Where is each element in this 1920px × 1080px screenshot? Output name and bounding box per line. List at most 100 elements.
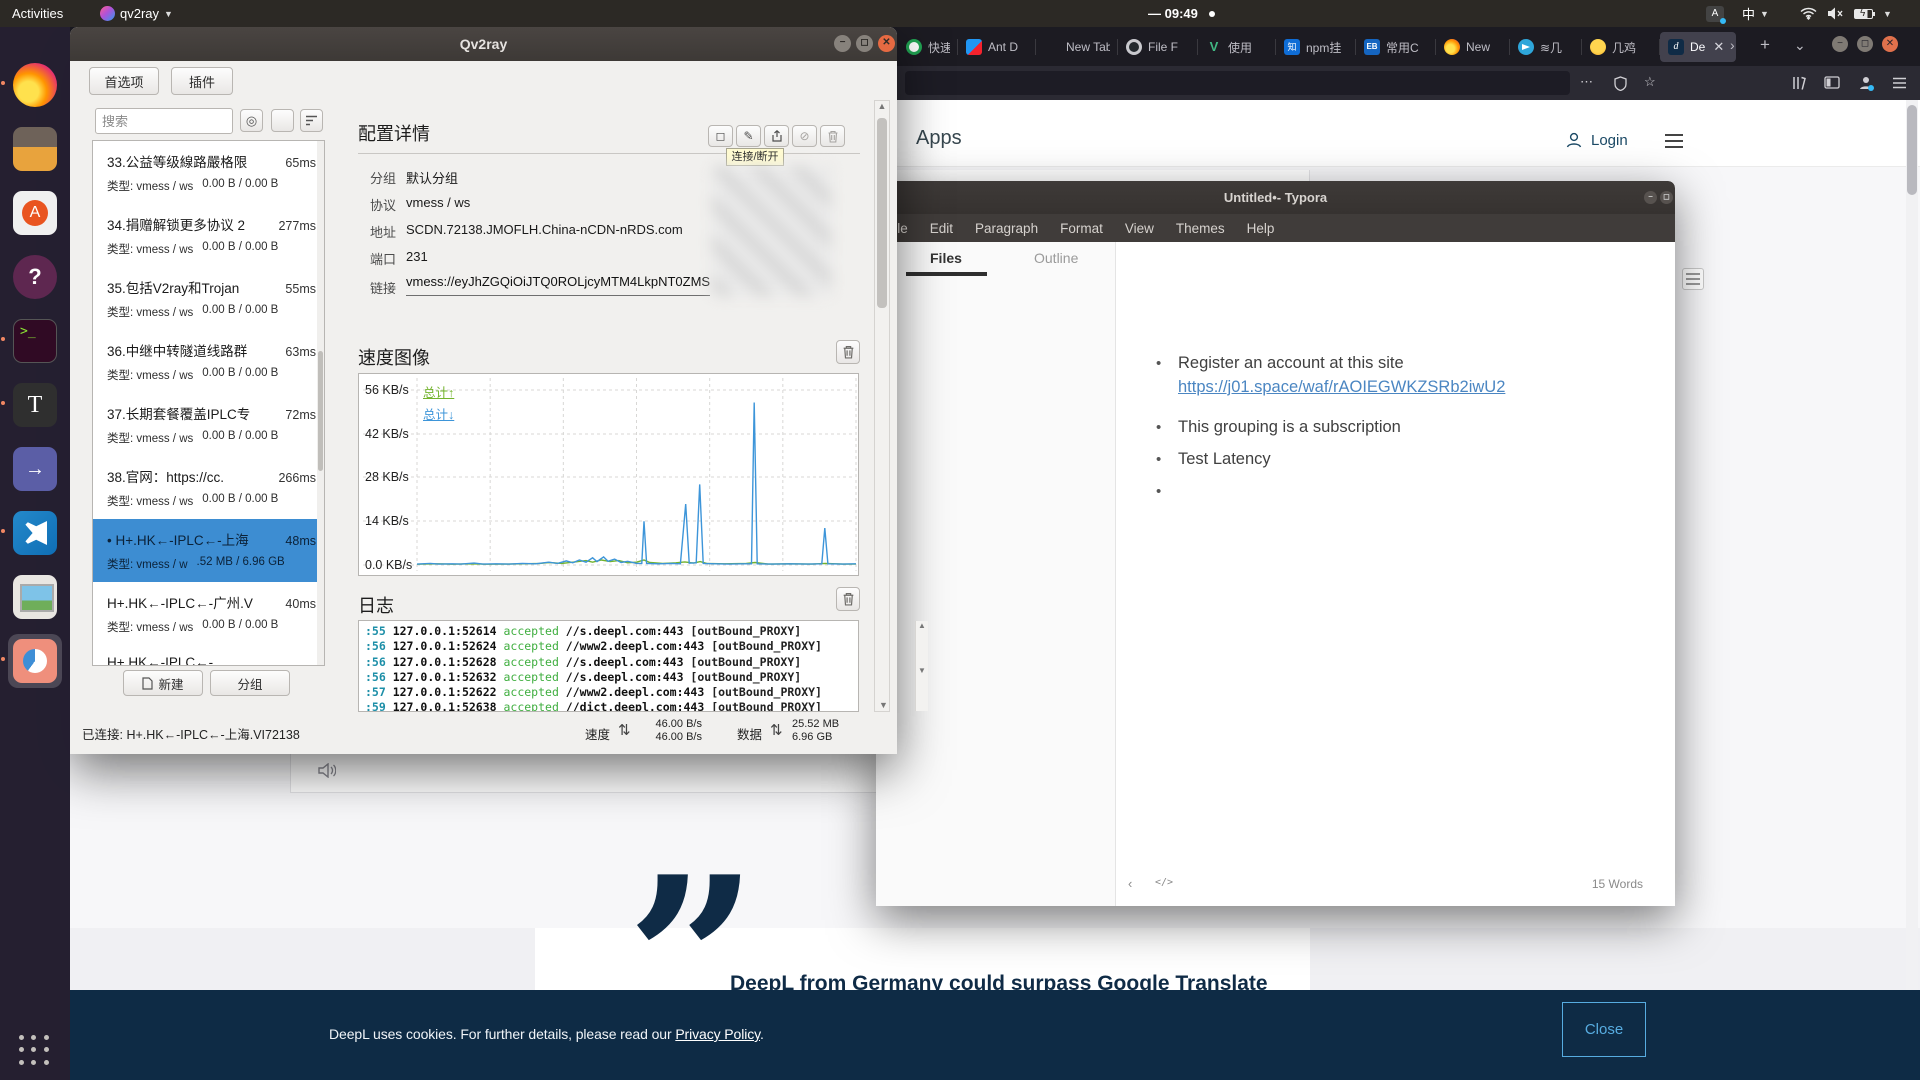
typora-maximize-button[interactable]: ◻: [1660, 191, 1673, 204]
app-menu[interactable]: qv2ray ▼: [100, 0, 173, 27]
plugins-button[interactable]: 插件: [171, 67, 233, 95]
qv2ray-minimize-button[interactable]: −: [834, 35, 851, 52]
menu-themes[interactable]: Themes: [1176, 221, 1225, 236]
delete-config-button[interactable]: [820, 125, 845, 147]
browser-tab-使用[interactable]: V使用: [1198, 32, 1276, 62]
tab-scroll-right-icon[interactable]: ›: [1730, 37, 1735, 53]
bookmark-star-icon[interactable]: ☆: [1644, 74, 1656, 90]
browser-tab-≋几[interactable]: ≋几: [1510, 32, 1582, 62]
clock[interactable]: — 09:49: [1148, 0, 1215, 27]
browser-tab-New Tab[interactable]: New Tab: [1036, 32, 1118, 62]
server-list-item[interactable]: • H+.HK←-IPLC←-上海48ms类型: vmess / w.52 MB…: [93, 519, 324, 582]
menu-help[interactable]: Help: [1247, 221, 1275, 236]
clear-graph-button[interactable]: [836, 340, 860, 364]
scrollbar-thumb[interactable]: [877, 118, 887, 308]
panel-scrollbar[interactable]: ▲▼: [874, 100, 890, 712]
bullet-item[interactable]: •Register an account at this sitehttps:/…: [1178, 354, 1505, 397]
legend-total-up[interactable]: 总计↑: [423, 382, 454, 401]
browser-tab-快速[interactable]: 快速: [898, 32, 958, 62]
activities-button[interactable]: Activities: [12, 0, 63, 27]
system-status-area[interactable]: ϟ ▼: [1800, 0, 1892, 27]
menu-hamburger-icon[interactable]: [1892, 77, 1907, 89]
server-list-item[interactable]: 34.捐赠解锁更多协议 2277ms类型: vmess / ws0.00 B /…: [93, 204, 324, 267]
firefox-close-button[interactable]: ✕: [1882, 36, 1898, 52]
firefox-maximize-button[interactable]: ◻: [1857, 36, 1873, 52]
page-actions-icon[interactable]: ⋯: [1580, 74, 1593, 90]
typora-minimize-button[interactable]: −: [1644, 191, 1657, 204]
search-input[interactable]: [95, 108, 233, 134]
server-list-item[interactable]: H+.HK←-IPLC←-广州.V40ms类型: vmess / ws0.00 …: [93, 582, 324, 645]
tab-list-dropdown-icon[interactable]: ⌄: [1794, 37, 1806, 54]
dock-item-typora-icon[interactable]: [8, 378, 62, 432]
dock-item-image-viewer-icon[interactable]: [8, 570, 62, 624]
dock-item-terminal-icon[interactable]: [8, 314, 62, 368]
server-list-item[interactable]: 35.包括V2ray和Trojan55ms类型: vmess / ws0.00 …: [93, 267, 324, 330]
cookie-close-button[interactable]: Close: [1562, 1002, 1646, 1057]
connect-disconnect-button[interactable]: ◻: [708, 125, 733, 147]
dock-item-ubuntu-software-icon[interactable]: [8, 186, 62, 240]
back-icon[interactable]: ‹: [1128, 876, 1132, 891]
tab-files[interactable]: Files: [930, 250, 962, 266]
input-method-indicator[interactable]: 中 ▼: [1742, 0, 1769, 27]
tab-close-icon[interactable]: ✕: [1713, 39, 1724, 55]
server-list-item[interactable]: 37.长期套餐覆盖IPLC专72ms类型: vmess / ws0.00 B /…: [93, 393, 324, 456]
browser-tab-常用C[interactable]: EB常用C: [1356, 32, 1436, 62]
server-list-item[interactable]: 33.公益等级線路嚴格限65ms类型: vmess / ws0.00 B / 0…: [93, 141, 324, 204]
dock-item-help-icon[interactable]: [8, 250, 62, 304]
share-link-field[interactable]: vmess://eyJhZGQiOiJTQ0ROLjcyMTM4LkpNT0ZM…: [406, 274, 710, 296]
server-list-item[interactable]: 38.官网：https://cc.266ms类型: vmess / ws0.00…: [93, 456, 324, 519]
browser-tab-npm挂[interactable]: 知npm挂: [1276, 32, 1356, 62]
qv2ray-title-bar[interactable]: Qv2ray − ◻ ✕: [70, 27, 897, 61]
scrollbar-thumb[interactable]: [1907, 105, 1917, 195]
sidebar-toggle-icon[interactable]: [1824, 76, 1840, 89]
preferences-button[interactable]: 首选项: [89, 67, 159, 95]
edit-config-button[interactable]: ✎: [736, 125, 761, 147]
page-scrollbar[interactable]: [1906, 100, 1918, 990]
browser-tab-Ant D[interactable]: Ant D: [958, 32, 1036, 62]
typora-title-bar[interactable]: Untitled•- Typora − ◻ ✕: [876, 181, 1675, 214]
new-tab-button[interactable]: +: [1760, 35, 1770, 55]
firefox-minimize-button[interactable]: −: [1832, 36, 1848, 52]
bullet-link[interactable]: https://j01.space/waf/rAOIEGWKZSRb2iwU2: [1178, 378, 1505, 397]
tab-outline[interactable]: Outline: [1034, 250, 1078, 266]
typora-editor[interactable]: •Register an account at this sitehttps:/…: [1117, 242, 1675, 906]
dock-item-firefox-icon[interactable]: [8, 58, 62, 112]
bullet-item[interactable]: •This grouping is a subscription: [1178, 418, 1401, 437]
test-latency-button[interactable]: ⊘: [792, 125, 817, 147]
dock-item-remmina-icon[interactable]: [8, 442, 62, 496]
server-list-item[interactable]: 36.中继中转隧道线路群63ms类型: vmess / ws0.00 B / 0…: [93, 330, 324, 393]
qv2ray-close-button[interactable]: ✕: [878, 35, 895, 52]
server-list[interactable]: 33.公益等级線路嚴格限65ms类型: vmess / ws0.00 B / 0…: [92, 140, 325, 666]
browser-tab-De[interactable]: dDe✕: [1660, 32, 1736, 62]
menu-format[interactable]: Format: [1060, 221, 1103, 236]
dock-item-files-icon[interactable]: [8, 122, 62, 176]
browser-tab-几鸡[interactable]: 几鸡: [1582, 32, 1660, 62]
privacy-policy-link[interactable]: Privacy Policy: [675, 1026, 760, 1042]
show-applications-icon[interactable]: [19, 1035, 51, 1067]
server-list-item[interactable]: H+.HK←-IPLC←-: [93, 645, 324, 666]
clear-log-button[interactable]: [836, 587, 860, 611]
shield-icon[interactable]: [1614, 76, 1627, 91]
speaker-icon[interactable]: [318, 763, 336, 778]
menu-view[interactable]: View: [1125, 221, 1154, 236]
dock-item-vscode-icon[interactable]: [8, 506, 62, 560]
server-list-scrollbar[interactable]: [317, 141, 324, 665]
blank-toolbar-button[interactable]: [271, 109, 294, 132]
url-bar[interactable]: [905, 71, 1570, 95]
qv2ray-maximize-button[interactable]: ◻: [856, 35, 873, 52]
legend-total-down[interactable]: 总计↓: [423, 404, 454, 423]
floating-menu-widget[interactable]: [1682, 268, 1704, 290]
log-scrollbar[interactable]: ▲▼: [915, 621, 928, 711]
login-button[interactable]: Login: [1565, 131, 1628, 149]
browser-tab-New[interactable]: New: [1436, 32, 1510, 62]
share-config-button[interactable]: [764, 125, 789, 147]
word-count[interactable]: 15 Words: [1592, 877, 1643, 891]
source-code-icon[interactable]: </>: [1155, 877, 1173, 888]
browser-tab-File F[interactable]: File F: [1118, 32, 1198, 62]
account-icon[interactable]: [1858, 75, 1874, 91]
menu-edit[interactable]: Edit: [930, 221, 953, 236]
screenshot-indicator[interactable]: A: [1706, 0, 1724, 27]
sort-button[interactable]: [300, 109, 323, 132]
deepl-menu-icon[interactable]: [1665, 134, 1683, 152]
location-pin-button[interactable]: ◎: [240, 109, 263, 132]
